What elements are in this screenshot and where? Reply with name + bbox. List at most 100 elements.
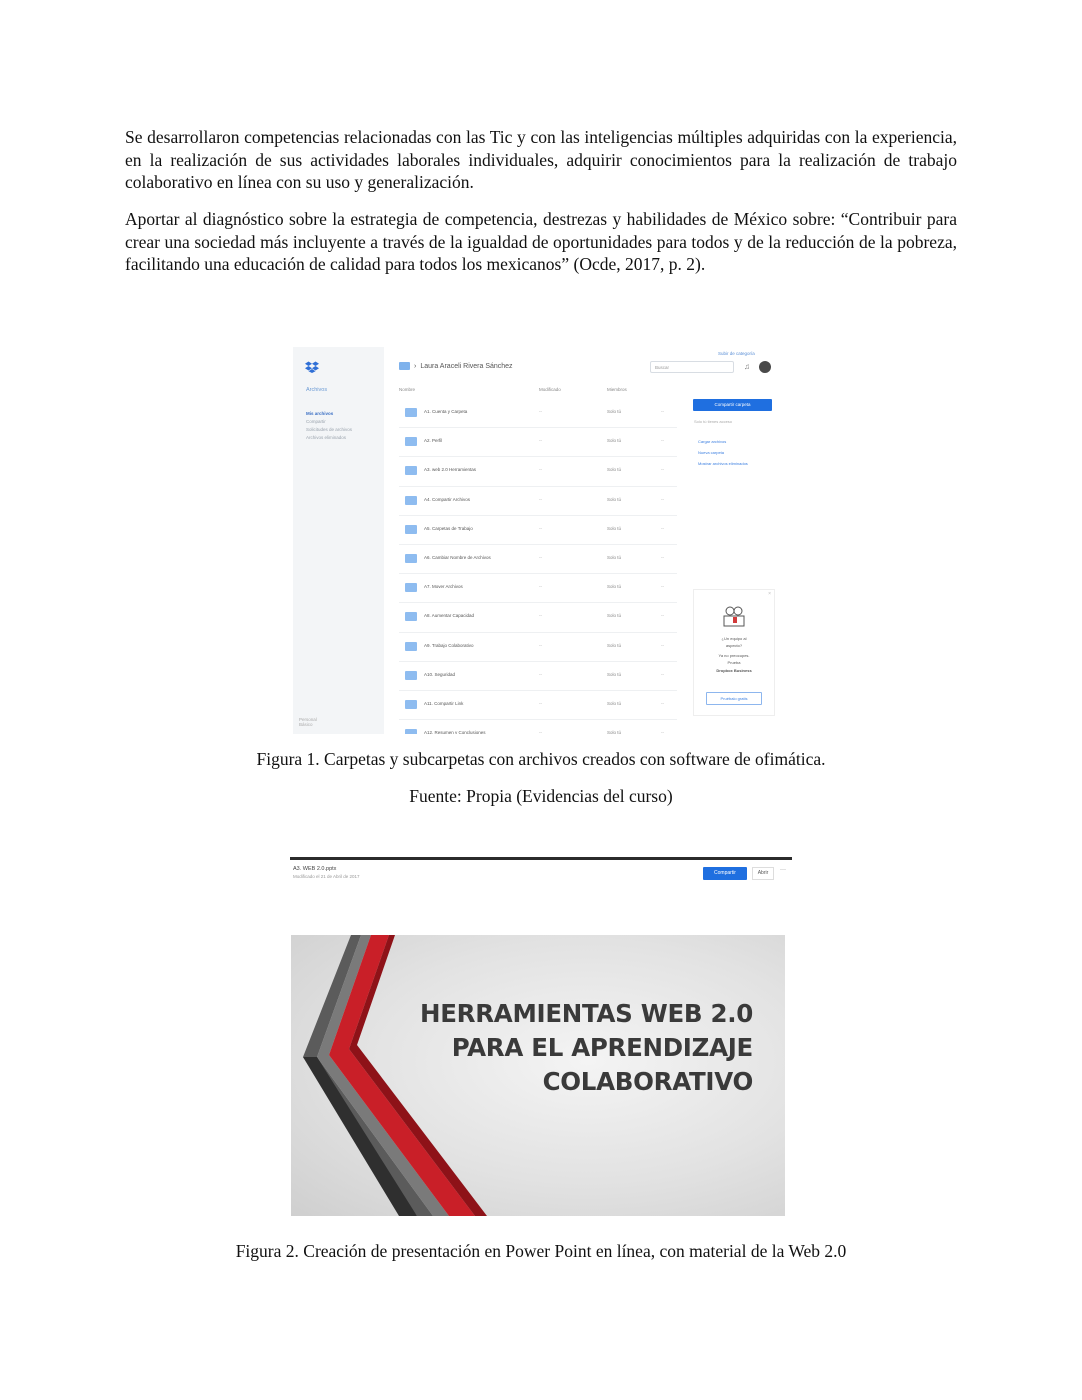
figure-1-source: Fuente: Propia (Evidencias del curso): [409, 786, 673, 806]
sidebar-title[interactable]: Archivos: [306, 387, 327, 393]
slide-title-line-1: HERRAMIENTAS WEB 2.0: [420, 999, 753, 1028]
promo-line-5: Dropbox Business: [716, 668, 752, 673]
folder-name[interactable]: A5. Carpetas de Trabajo: [424, 526, 473, 531]
folder-list: A1. Cuenta y Carpeta -- Solo tú -- A2. Perfi…: [399, 399, 677, 734]
close-icon[interactable]: ×: [768, 591, 771, 597]
folder-menu-icon[interactable]: --: [661, 643, 664, 648]
upgrade-link[interactable]: Subir de categoría: [718, 351, 755, 356]
folder-name[interactable]: A2. Perfil: [424, 438, 442, 443]
folder-name[interactable]: A7. Mover Archivos: [424, 584, 463, 589]
upload-files-action[interactable]: Cargar archivos: [698, 439, 778, 445]
breadcrumb-label[interactable]: Laura Araceli Rivera Sánchez: [420, 363, 512, 370]
folder-modified: --: [539, 642, 542, 648]
sidebar-item-file-requests[interactable]: Solicitudes de archivos: [306, 427, 376, 432]
open-button[interactable]: Abrir: [752, 867, 774, 880]
folder-menu-icon[interactable]: --: [661, 730, 664, 734]
folder-row[interactable]: A1. Cuenta y Carpeta -- Solo tú --: [399, 399, 677, 429]
share-folder-button[interactable]: Compartir carpeta: [693, 399, 772, 411]
breadcrumb-separator: ›: [414, 362, 417, 370]
folder-modified: --: [539, 671, 542, 677]
folder-row[interactable]: A11. Compartir Link -- Solo tú --: [399, 691, 677, 721]
folder-members: Solo tú: [607, 554, 622, 560]
folder-name[interactable]: A9. Trabajo Colaborativo: [424, 643, 474, 648]
folder-menu-icon[interactable]: --: [661, 584, 664, 589]
folder-name[interactable]: A10. Seguridad: [424, 672, 455, 677]
folder-members: Solo tú: [607, 613, 622, 619]
folder-modified: --: [539, 584, 542, 590]
folder-name[interactable]: A6. Cambiar Nombre de Archivos: [424, 555, 491, 560]
search-input[interactable]: Buscar: [650, 361, 734, 373]
folder-menu-icon[interactable]: --: [661, 672, 664, 677]
folder-name[interactable]: A3. web 2.0 Herramientas: [424, 467, 476, 472]
folder-modified: --: [539, 730, 542, 734]
folder-modified: --: [539, 525, 542, 531]
paragraph-1: Se desarrollaron competencias relacionad…: [125, 127, 957, 192]
folder-menu-icon[interactable]: --: [661, 701, 664, 706]
column-header-modified[interactable]: Modificado: [539, 387, 561, 392]
folder-actions: Cargar archivos Nueva carpeta Mostrar ar…: [698, 439, 778, 472]
folder-menu-icon[interactable]: --: [661, 438, 664, 443]
folder-row[interactable]: A2. Perfil -- Solo tú --: [399, 428, 677, 458]
slide-title-line-2: PARA EL APRENDIZAJE: [451, 1033, 754, 1062]
figure-1-caption: Figura 1. Carpetas y subcarpetas con arc…: [256, 749, 826, 769]
new-folder-action[interactable]: Nueva carpeta: [698, 450, 778, 456]
show-deleted-action[interactable]: Mostrar archivos eliminados: [698, 461, 778, 467]
folder-icon: [405, 612, 417, 622]
folder-row[interactable]: A9. Trabajo Colaborativo -- Solo tú --: [399, 633, 677, 662]
folder-name[interactable]: A1. Cuenta y Carpeta: [424, 409, 467, 414]
folder-name[interactable]: A12. Resumen y Conclusiones: [424, 730, 486, 734]
folder-row[interactable]: A7. Mover Archivos -- Solo tú --: [399, 574, 677, 604]
figure-2-caption: Figura 2. Creación de presentación en Po…: [235, 1241, 847, 1261]
figure-1-dropbox-screenshot: Archivos Mis archivos Compartir Solicitu…: [293, 347, 789, 734]
paragraph-2: Aportar al diagnóstico sobre la estrateg…: [125, 209, 957, 274]
more-options-icon[interactable]: ···: [780, 867, 786, 873]
folder-members: Solo tú: [607, 584, 622, 590]
folder-icon: [405, 583, 417, 593]
sidebar: Archivos Mis archivos Compartir Solicitu…: [293, 347, 384, 734]
account-plan: Básico: [299, 722, 313, 727]
folder-icon: [405, 408, 417, 417]
folder-row[interactable]: A12. Resumen y Conclusiones -- Solo tú --: [399, 720, 677, 734]
folder-row[interactable]: A6. Cambiar Nombre de Archivos -- Solo tú -…: [399, 545, 677, 575]
folder-modified: --: [539, 438, 542, 444]
folder-row[interactable]: A4. Compartir Archivos -- Solo tú --: [399, 487, 677, 516]
folder-icon: [405, 670, 417, 680]
share-button[interactable]: Compartir: [703, 867, 747, 880]
folder-row[interactable]: A5. Carpetas de Trabajo -- Solo tú --: [399, 516, 677, 545]
column-header-name[interactable]: Nombre: [399, 387, 415, 392]
folder-name[interactable]: A11. Compartir Link: [424, 701, 463, 706]
promo-card: × ¿Un equipo al aspecto? Ya no preocupes…: [693, 589, 775, 716]
folder-name[interactable]: A4. Compartir Archivos: [424, 497, 470, 502]
folder-menu-icon[interactable]: --: [661, 409, 664, 414]
folder-members: Solo tú: [607, 525, 622, 531]
folder-menu-icon[interactable]: --: [661, 467, 664, 472]
sidebar-account[interactable]: Personal Básico: [299, 717, 317, 727]
sidebar-item-share[interactable]: Compartir: [306, 419, 376, 424]
folder-row[interactable]: A10. Seguridad -- Solo tú --: [399, 662, 677, 691]
folder-members: Solo tú: [607, 496, 622, 502]
avatar[interactable]: [759, 361, 771, 373]
folder-menu-icon[interactable]: --: [661, 555, 664, 560]
folder-members: Solo tú: [607, 467, 622, 473]
folder-menu-icon[interactable]: --: [661, 497, 664, 502]
sidebar-item-deleted[interactable]: Archivos eliminados: [306, 435, 376, 440]
bell-icon[interactable]: ♫: [744, 362, 750, 371]
try-free-button[interactable]: Pruébalo gratis: [706, 692, 762, 705]
folder-row[interactable]: A3. web 2.0 Herramientas -- Solo tú --: [399, 457, 677, 487]
column-header-members[interactable]: Miembros: [607, 387, 627, 392]
folder-icon: [405, 699, 417, 709]
folder-members: Solo tú: [607, 730, 622, 734]
sidebar-item-my-files[interactable]: Mis archivos: [306, 411, 376, 416]
file-name[interactable]: A3. WEB 2.0.pptx: [293, 866, 336, 872]
folder-icon: [405, 524, 417, 534]
folder-icon: [399, 362, 410, 370]
folder-menu-icon[interactable]: --: [661, 526, 664, 531]
promo-line-1: ¿Un equipo al: [721, 636, 747, 641]
folder-icon: [405, 466, 417, 476]
promo-line-4: Prueba: [727, 660, 741, 665]
promo-line-2: aspecto?: [725, 643, 743, 648]
folder-row[interactable]: A8. Aumentar Capacidad -- Solo tú --: [399, 603, 677, 633]
folder-name[interactable]: A8. Aumentar Capacidad: [424, 613, 474, 618]
folder-menu-icon[interactable]: --: [661, 613, 664, 618]
folder-icon: [405, 553, 417, 563]
